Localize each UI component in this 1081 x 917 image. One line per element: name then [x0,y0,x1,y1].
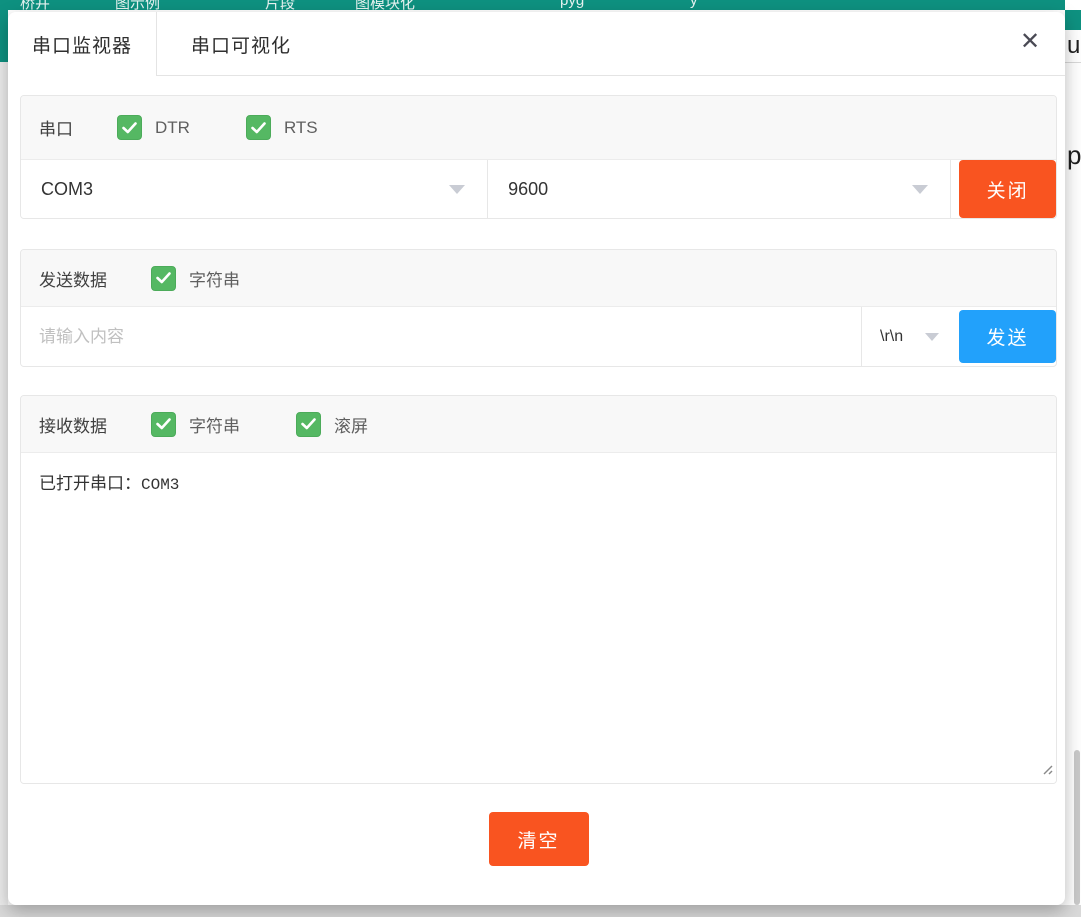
dtr-checkbox[interactable] [117,115,142,140]
receive-data-title: 接收数据 [39,412,107,437]
tab-label: 串口监视器 [32,31,132,58]
serial-port-title: 串口 [39,115,73,140]
check-icon [122,122,137,134]
close-port-button[interactable]: 关闭 [959,160,1056,218]
chevron-down-icon [925,333,939,341]
rts-checkbox[interactable] [246,115,271,140]
clipped-menu-text: y [690,0,698,9]
port-select-value: COM3 [21,179,93,200]
autoscroll-checkbox[interactable] [296,412,321,437]
send-data-title: 发送数据 [39,266,107,291]
backdrop-divider-line [1065,62,1081,63]
serial-monitor-dialog: 串口监视器 串口可视化 ✕ 串口 DTR RTS [8,12,1065,905]
backdrop-left-teal [0,0,8,62]
clipped-menu-text: pyg [560,0,584,9]
receive-string-label: 字符串 [189,412,240,437]
clear-button[interactable]: 清空 [489,812,589,866]
serial-output-prefix: 已打开串口： [39,474,141,493]
close-icon[interactable]: ✕ [1015,26,1045,56]
clipped-background-text: p [1067,140,1081,171]
clipped-background-text: u [1067,32,1080,60]
line-ending-select[interactable]: \r\n [861,307,951,366]
dialog-content: 串口 DTR RTS COM3 [8,76,1065,866]
chevron-down-icon [449,185,465,194]
serial-output-value: COM3 [141,476,179,494]
check-icon [251,122,266,134]
resize-handle-icon[interactable] [1042,760,1053,780]
serial-output-area[interactable]: 已打开串口：COM3 [21,453,1056,783]
serial-port-row: COM3 9600 关闭 [21,160,1056,218]
clipped-menu-text: 桥井 [20,0,50,10]
app-header-bar: 桥井 图示例 片段 图模块化 pyg y [0,0,1081,10]
clipped-menu-text: 图模块化 [355,0,415,10]
port-select[interactable]: COM3 [21,160,488,218]
tab-serial-visualization[interactable]: 串口可视化 [157,12,325,76]
send-data-panel-header: 发送数据 字符串 [21,250,1056,307]
clear-button-row: 清空 [20,812,1057,866]
chevron-down-icon [912,185,928,194]
baud-select[interactable]: 9600 [488,160,951,218]
serial-port-panel-header: 串口 DTR RTS [21,96,1056,160]
background-scrollbar[interactable] [1074,750,1080,905]
backdrop-left-gray [0,62,8,905]
backdrop-bottom-gray [0,905,1081,917]
receive-string-checkbox[interactable] [151,412,176,437]
line-ending-value: \r\n [862,328,903,346]
serial-port-panel: 串口 DTR RTS COM3 [20,95,1057,219]
check-icon [156,272,171,284]
rts-label: RTS [284,118,318,138]
tab-serial-monitor[interactable]: 串口监视器 [8,12,157,76]
check-icon [301,418,316,430]
send-row: \r\n 发送 [21,307,1056,366]
tab-label: 串口可视化 [191,31,291,58]
backdrop-right-teal [1065,10,1081,30]
clipped-menu-text: 图示例 [115,0,160,10]
send-data-panel: 发送数据 字符串 \r\n 发送 [20,249,1057,367]
backdrop-right-strip: u p [1065,0,1081,917]
send-string-checkbox[interactable] [151,266,176,291]
clipped-menu-text: 片段 [265,0,295,10]
autoscroll-label: 滚屏 [334,412,368,437]
receive-data-panel-header: 接收数据 字符串 滚屏 [21,396,1056,453]
baud-select-value: 9600 [488,179,548,200]
send-string-label: 字符串 [189,266,240,291]
spacer [951,307,959,366]
send-button[interactable]: 发送 [959,310,1056,363]
spacer [951,160,959,218]
dialog-tabbar: 串口监视器 串口可视化 ✕ [8,12,1065,76]
dtr-label: DTR [155,118,190,138]
receive-data-panel: 接收数据 字符串 滚屏 已打开串口：COM3 [20,395,1057,784]
send-input[interactable] [21,307,861,366]
check-icon [156,418,171,430]
